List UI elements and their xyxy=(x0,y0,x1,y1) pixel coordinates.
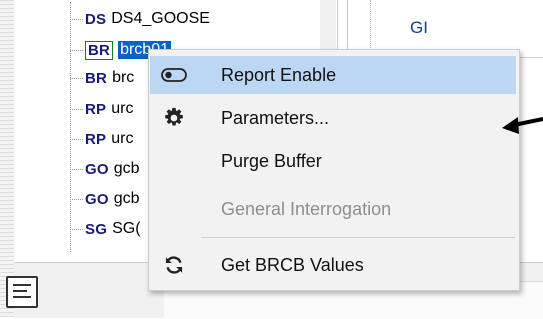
tree-item-tag: RP xyxy=(85,100,107,118)
tree-item-tag: GO xyxy=(85,160,109,178)
gear-icon xyxy=(160,104,188,132)
tree-item-brc[interactable]: BR brc xyxy=(70,65,134,91)
tree-dash xyxy=(70,77,83,79)
tree-item-label: urc xyxy=(111,130,134,147)
tree-item-label: DS4_GOOSE xyxy=(111,10,210,27)
tree-item-label: brc xyxy=(112,69,135,86)
tree-item-label: SG( xyxy=(112,220,141,237)
tree-item-urc-1[interactable]: RP urc xyxy=(70,96,133,122)
tree-item-tag: GO xyxy=(85,190,109,208)
tree-item-gcb-2[interactable]: GO gcb xyxy=(70,186,140,212)
tree-dash xyxy=(70,168,83,170)
menu-item-parameters[interactable]: Parameters... xyxy=(150,99,516,137)
refresh-icon xyxy=(160,251,188,279)
menu-item-report-enable[interactable]: Report Enable xyxy=(150,56,516,94)
menu-item-label: Parameters... xyxy=(221,107,330,128)
menu-item-label: Get BRCB Values xyxy=(221,254,364,275)
menu-item-label: Purge Buffer xyxy=(221,150,322,171)
menu-item-label: Report Enable xyxy=(221,64,337,85)
tree-dash xyxy=(70,228,83,230)
menu-separator xyxy=(201,237,515,238)
tree-item-label: urc xyxy=(111,100,134,117)
tree-dash xyxy=(70,138,83,140)
tree-item-tag: RP xyxy=(85,130,107,148)
context-menu: Report Enable Parameters... Purge Buffer… xyxy=(148,49,520,291)
tree-item-label: gcb xyxy=(113,190,140,207)
tree-item-ds4-goose[interactable]: DS DS4_GOOSE xyxy=(70,6,210,32)
left-edge-strip xyxy=(0,0,15,317)
tree-item-sg[interactable]: SG SG( xyxy=(70,216,141,242)
toggle-icon xyxy=(160,61,188,89)
tree-dash xyxy=(70,108,83,110)
tree-dash xyxy=(70,18,83,20)
tree-item-label: gcb xyxy=(113,160,140,177)
menu-item-general-interrogation: General Interrogation xyxy=(150,190,516,228)
menu-item-label: General Interrogation xyxy=(221,198,392,219)
menu-item-purge-buffer[interactable]: Purge Buffer xyxy=(150,142,516,180)
tree-item-tag: SG xyxy=(85,220,108,238)
tree-item-gcb-1[interactable]: GO gcb xyxy=(70,156,140,182)
annotation-arrow-icon xyxy=(502,117,543,134)
tree-item-tag: BR xyxy=(85,69,108,87)
list-view-icon[interactable] xyxy=(6,276,38,308)
tree-item-tag: BR xyxy=(85,40,114,60)
menu-item-get-brcb-values[interactable]: Get BRCB Values xyxy=(150,246,516,284)
gi-label[interactable]: GI xyxy=(410,18,428,38)
tree-item-tag: DS xyxy=(85,10,107,28)
tree-item-urc-2[interactable]: RP urc xyxy=(70,126,133,152)
tree-dash xyxy=(70,49,83,51)
tree-dash xyxy=(70,198,83,200)
